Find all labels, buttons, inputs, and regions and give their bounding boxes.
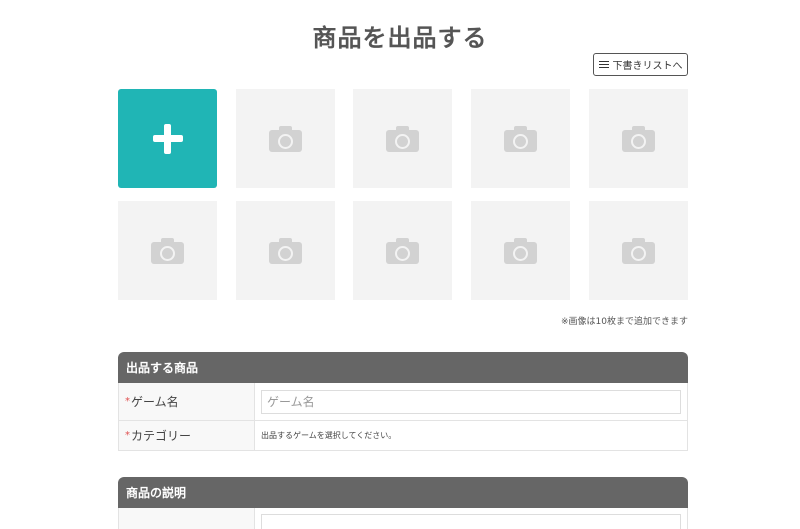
product-section: 出品する商品 * ゲーム名 * カテゴリー 出品するゲームを選択してください。	[118, 352, 688, 451]
game-name-label: ゲーム名	[131, 395, 179, 409]
required-mark: *	[125, 430, 130, 441]
photo-slot[interactable]	[353, 201, 452, 300]
draft-list-label: 下書きリストへ	[612, 61, 683, 72]
game-name-row: * ゲーム名	[118, 383, 688, 421]
add-photo-button[interactable]	[118, 89, 217, 188]
plus-icon	[152, 123, 183, 154]
photo-slot[interactable]	[471, 89, 570, 188]
photo-slot[interactable]	[589, 201, 688, 300]
game-name-input[interactable]	[261, 389, 681, 414]
photo-slot[interactable]	[236, 89, 335, 188]
photo-limit-note: ※画像は10枚まで追加できます	[561, 317, 688, 327]
camera-icon	[504, 237, 537, 264]
camera-icon	[386, 237, 419, 264]
section-title: 出品する商品	[118, 352, 688, 383]
draft-list-button[interactable]: 下書きリストへ	[593, 53, 688, 76]
photo-slot[interactable]	[236, 201, 335, 300]
camera-icon	[386, 125, 419, 152]
description-section: 商品の説明	[118, 477, 688, 529]
page-title: 商品を出品する	[312, 24, 488, 52]
photo-slot[interactable]	[589, 89, 688, 188]
photo-slot[interactable]	[353, 89, 452, 188]
list-icon	[598, 60, 609, 69]
description-row	[118, 508, 688, 529]
category-hint: 出品するゲームを選択してください。	[261, 431, 397, 440]
category-row[interactable]: * カテゴリー 出品するゲームを選択してください。	[118, 421, 688, 451]
camera-icon	[622, 237, 655, 264]
description-textarea[interactable]	[261, 514, 681, 529]
camera-icon	[151, 237, 184, 264]
camera-icon	[504, 125, 537, 152]
required-mark: *	[125, 396, 130, 407]
photo-slot[interactable]	[471, 201, 570, 300]
camera-icon	[269, 125, 302, 152]
camera-icon	[269, 237, 302, 264]
category-label: カテゴリー	[131, 429, 192, 443]
section-title: 商品の説明	[118, 477, 688, 508]
photo-slot[interactable]	[118, 201, 217, 300]
camera-icon	[622, 125, 655, 152]
